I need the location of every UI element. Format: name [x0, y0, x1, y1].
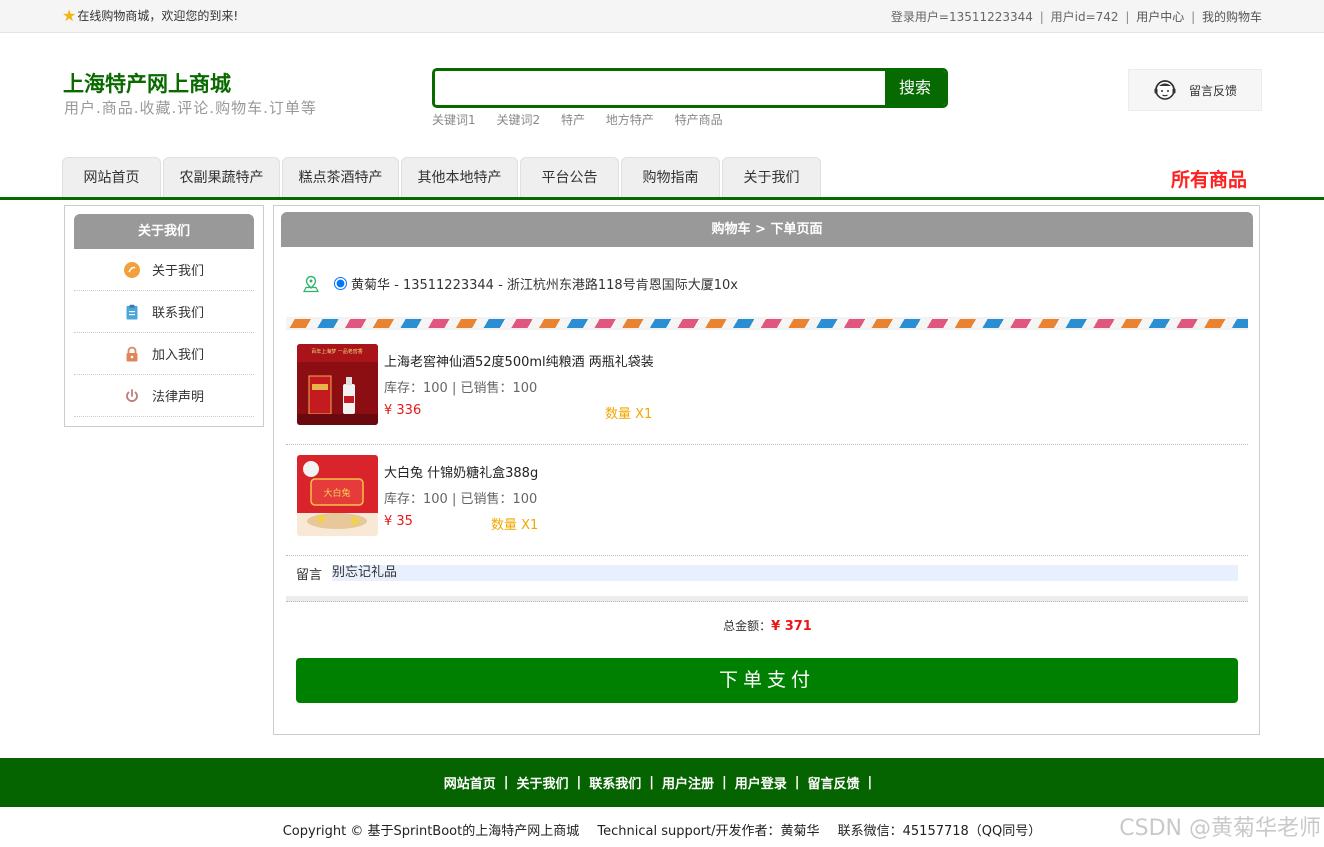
footer-separator: | — [503, 775, 509, 790]
tab-about-us[interactable]: 关于我们 — [722, 157, 821, 197]
sidebar-item-legal[interactable]: 法律声明 — [74, 375, 254, 417]
user-center-link[interactable]: 用户中心 — [1136, 10, 1184, 24]
product-name[interactable]: 上海老窖神仙酒52度500ml纯粮酒 两瓶礼袋装 — [384, 351, 654, 370]
order-panel: 购物车 > 下单页面 黄菊华 - 13511223344 - 浙江杭州东港路11… — [273, 205, 1260, 735]
sidebar: 关于我们 关于我们 联系我们 加入我们 法律声明 — [64, 205, 264, 427]
user-links: 登录用户=13511223344 | 用户id=742 | 用户中心 | 我的购… — [891, 8, 1262, 25]
footer-link-home[interactable]: 网站首页 — [444, 773, 496, 792]
product-thumbnail-liquor[interactable]: 百年上海梦 一品老窖香 — [297, 344, 378, 425]
footer-link-register[interactable]: 用户注册 — [662, 773, 714, 792]
address-text: 黄菊华 - 13511223344 - 浙江杭州东港路118号肯恩国际大厦10x — [351, 278, 738, 293]
message-row: 留言 别忘记礼品 — [296, 565, 1238, 583]
keyword-link[interactable]: 关键词2 — [496, 113, 540, 127]
sidebar-item-join[interactable]: 加入我们 — [74, 333, 254, 375]
keyword-link[interactable]: 特产 — [561, 113, 585, 127]
all-goods-link[interactable]: 所有商品 — [1171, 165, 1247, 192]
product-price: ¥ 35 — [384, 514, 413, 529]
feedback-label: 留言反馈 — [1189, 83, 1238, 98]
order-total: 总金额：¥ 371 — [274, 617, 1261, 634]
sidebar-item-about[interactable]: 关于我们 — [74, 249, 254, 291]
product-price: ¥ 336 — [384, 403, 422, 418]
tab-announcements[interactable]: 平台公告 — [520, 157, 619, 197]
tab-pastry-tea-wine[interactable]: 糕点茶酒特产 — [282, 157, 399, 197]
clipboard-icon — [126, 304, 138, 319]
orange-circle-icon — [123, 261, 140, 278]
product-name[interactable]: 大白兔 什锦奶糖礼盒388g — [384, 462, 538, 481]
footer-separator: | — [794, 775, 800, 790]
address-row[interactable]: 黄菊华 - 13511223344 - 浙江杭州东港路118号肯恩国际大厦10x — [302, 274, 738, 293]
product-stock: 库存：100 | 已销售：100 — [384, 492, 538, 507]
product-stock: 库存：100 | 已销售：100 — [384, 381, 538, 396]
breadcrumb: 购物车 > 下单页面 — [281, 212, 1253, 247]
user-id-text: 用户id=742 — [1050, 10, 1119, 24]
footer-link-feedback[interactable]: 留言反馈 — [808, 773, 860, 792]
tab-agri-produce[interactable]: 农副果蔬特产 — [163, 157, 280, 197]
envelope-border — [286, 319, 1248, 328]
main-nav: 网站首页 农副果蔬特产 糕点茶酒特产 其他本地特产 平台公告 购物指南 关于我们 — [62, 157, 823, 197]
sidebar-item-contact[interactable]: 联系我们 — [74, 291, 254, 333]
welcome-message: ★ 在线购物商城，欢迎您的到来! — [62, 7, 238, 24]
search-keywords: 关键词1 关键词2 特产 地方特产 特产商品 — [432, 111, 740, 128]
star-icon: ★ — [62, 5, 77, 25]
site-subtitle: 用户.商品.收藏.评论.购物车.订单等 — [64, 99, 317, 117]
separator: | — [1191, 10, 1196, 24]
feedback-button[interactable]: 留言反馈 — [1128, 69, 1262, 111]
search-button[interactable]: 搜索 — [885, 71, 945, 105]
footer-link-contact[interactable]: 联系我们 — [589, 773, 641, 792]
sidebar-item-label: 联系我们 — [151, 306, 204, 321]
top-bar: ★ 在线购物商城，欢迎您的到来! 登录用户=13511223344 | 用户id… — [0, 0, 1324, 33]
total-label: 总金额： — [723, 619, 772, 633]
tab-other-local[interactable]: 其他本地特产 — [401, 157, 518, 197]
search-box: 搜索 — [432, 68, 948, 108]
footer-link-about[interactable]: 关于我们 — [516, 773, 568, 792]
message-divider — [286, 596, 1248, 602]
lock-icon — [126, 346, 138, 361]
customer-service-icon — [1154, 80, 1176, 100]
message-input[interactable]: 别忘记礼品 — [332, 565, 1238, 581]
tab-home[interactable]: 网站首页 — [62, 157, 161, 197]
sidebar-item-label: 法律声明 — [151, 390, 204, 405]
product-quantity: 数量 X1 — [491, 518, 539, 533]
product-thumbnail-caption: 百年上海梦 一品老窖香 — [311, 348, 363, 355]
location-pin-icon — [303, 275, 319, 292]
separator: | — [1125, 10, 1130, 24]
copyright-text: Copyright © 基于SprintBoot的上海特产网上商城 — [282, 824, 580, 839]
login-user-text: 登录用户=13511223344 — [890, 10, 1033, 24]
csdn-watermark: CSDN @黄菊华老师 — [1119, 816, 1321, 841]
product-thumbnail-caption: 大白兔 — [323, 487, 350, 499]
contact-text: 联系微信：45157718（QQ同号） — [837, 824, 1042, 839]
total-amount: ¥ 371 — [771, 619, 812, 634]
place-order-pay-button[interactable]: 下单支付 — [296, 658, 1238, 703]
support-text: Technical support/开发作者：黄菊华 — [597, 824, 820, 839]
welcome-text: 在线购物商城，欢迎您的到来! — [77, 9, 239, 23]
footer-separator: | — [649, 775, 654, 790]
message-label: 留言 — [296, 567, 323, 583]
address-radio[interactable] — [334, 277, 347, 290]
nav-divider — [0, 197, 1324, 200]
keyword-link[interactable]: 特产商品 — [675, 113, 723, 127]
power-icon — [126, 388, 138, 402]
footer-separator: | — [867, 775, 873, 790]
sidebar-item-label: 关于我们 — [151, 264, 204, 279]
keyword-link[interactable]: 关键词1 — [432, 113, 476, 127]
product-quantity: 数量 X1 — [605, 407, 653, 422]
footer-links: 网站首页 | 关于我们 | 联系我们 | 用户注册 | 用户登录 | 留言反馈 | — [0, 758, 1324, 807]
separator: | — [1039, 10, 1044, 24]
sidebar-item-label: 加入我们 — [151, 348, 204, 363]
tab-shopping-guide[interactable]: 购物指南 — [621, 157, 720, 197]
footer-link-login[interactable]: 用户登录 — [735, 773, 787, 792]
footer-separator: | — [576, 775, 582, 790]
product-item: 百年上海梦 一品老窖香 上海老窖神仙酒52度500ml纯粮酒 两瓶礼袋装 库存：… — [286, 334, 1248, 445]
search-input[interactable] — [435, 71, 887, 105]
keyword-link[interactable]: 地方特产 — [606, 113, 654, 127]
site-title[interactable]: 上海特产网上商城 — [63, 68, 231, 98]
product-item: 大白兔 大白兔 什锦奶糖礼盒388g 库存：100 | 已销售：100 ¥ 35… — [286, 445, 1248, 556]
sidebar-title: 关于我们 — [74, 214, 254, 249]
my-cart-link[interactable]: 我的购物车 — [1202, 10, 1262, 24]
product-thumbnail-candy[interactable]: 大白兔 — [297, 455, 378, 536]
footer-separator: | — [722, 775, 727, 790]
